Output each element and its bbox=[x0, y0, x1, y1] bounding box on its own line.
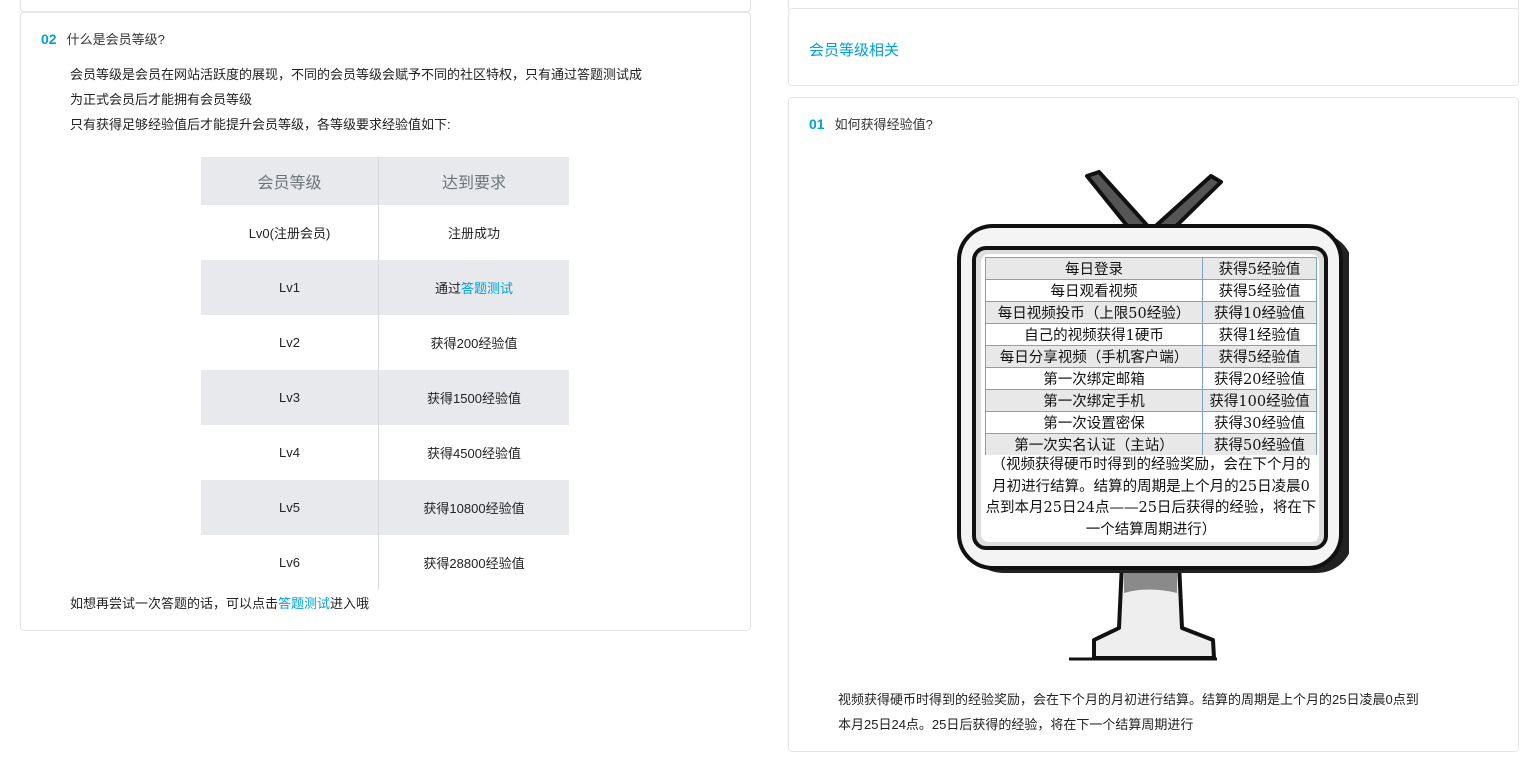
requirement-cell: 获得10800经验值 bbox=[378, 480, 569, 535]
tv-reward-cell: 获得50经验值 bbox=[1202, 433, 1317, 456]
tv-reward-cell: 获得1经验值 bbox=[1202, 323, 1317, 346]
settlement-line-2: 本月25日24点。25日后获得的经验，将在下一个结算周期进行 bbox=[838, 717, 1194, 732]
tv-table-row: 第一次绑定邮箱 获得20经验值 bbox=[985, 367, 1317, 390]
level-cell: Lv4 bbox=[201, 425, 379, 480]
requirement-prefix: 通过 bbox=[434, 281, 461, 296]
section-number: 01 bbox=[809, 115, 825, 132]
tv-table-row: 自己的视频获得1硬币 获得1经验值 bbox=[985, 323, 1317, 346]
quiz-link[interactable]: 答题测试 bbox=[461, 281, 513, 296]
tv-action-cell: 自己的视频获得1硬币 bbox=[985, 323, 1203, 346]
tv-reward-cell: 获得5经验值 bbox=[1202, 257, 1317, 280]
tv-reward-cell: 获得5经验值 bbox=[1202, 279, 1317, 302]
section-number: 02 bbox=[41, 30, 57, 47]
tv-action-cell: 第一次绑定邮箱 bbox=[985, 367, 1203, 390]
tv-action-cell: 每日登录 bbox=[985, 257, 1203, 280]
retry-prefix: 如想再尝试一次答题的话，可以点击 bbox=[70, 596, 279, 611]
related-heading: 会员等级相关 bbox=[809, 42, 900, 59]
tv-reward-cell: 获得5经验值 bbox=[1202, 345, 1317, 368]
tv-table-row: 每日登录 获得5经验值 bbox=[985, 257, 1317, 280]
experience-card: 01 如何获得经验值? 每日登录 获得5经验值 每日观看视频 获得5经验值 每日视频投币… bbox=[788, 97, 1519, 752]
section-header: 02 什么是会员等级? bbox=[41, 29, 165, 48]
related-heading-card: 会员等级相关 bbox=[788, 8, 1519, 86]
intro-line-2: 为正式会员后才能拥有会员等级 bbox=[70, 92, 253, 107]
table-row: Lv4 获得4500经验值 bbox=[201, 425, 569, 480]
section-title: 如何获得经验值? bbox=[834, 117, 933, 132]
level-cell: Lv5 bbox=[201, 480, 379, 535]
tv-table-row: 每日视频投币（上限50经验） 获得10经验值 bbox=[985, 301, 1317, 324]
settlement-note: 视频获得硬币时得到的经验奖励，会在下个月的月初进行结算。结算的周期是上个月的25… bbox=[838, 687, 1478, 737]
level-cell: Lv2 bbox=[201, 315, 379, 370]
section-header: 01 如何获得经验值? bbox=[809, 114, 933, 133]
table-row: Lv3 获得1500经验值 bbox=[201, 370, 569, 425]
level-cell: Lv1 bbox=[201, 260, 379, 315]
requirement-cell: 通过答题测试 bbox=[378, 260, 569, 315]
table-row: Lv6 获得28800经验值 bbox=[201, 535, 569, 590]
intro-line-3: 只有获得足够经验值后才能提升会员等级，各等级要求经验值如下: bbox=[70, 117, 451, 132]
level-table: 会员等级 达到要求 Lv0(注册会员) 注册成功 Lv1 通过答题测试 Lv2 … bbox=[201, 157, 569, 590]
tv-action-cell: 第一次实名认证（主站） bbox=[985, 433, 1203, 456]
tv-table-row: 第一次实名认证（主站） 获得50经验值 bbox=[985, 433, 1317, 456]
section-title: 什么是会员等级? bbox=[66, 32, 165, 47]
header-level: 会员等级 bbox=[201, 157, 379, 205]
table-header-row: 会员等级 达到要求 bbox=[201, 157, 569, 205]
retry-text: 如想再尝试一次答题的话，可以点击答题测试进入哦 bbox=[70, 591, 710, 616]
quiz-link-bottom[interactable]: 答题测试 bbox=[278, 596, 330, 611]
tv-table-row: 每日分享视频（手机客户端） 获得5经验值 bbox=[985, 345, 1317, 368]
tv-action-cell: 第一次设置密保 bbox=[985, 411, 1203, 434]
level-cell: Lv0(注册会员) bbox=[201, 205, 379, 260]
previous-card-edge bbox=[20, 0, 751, 12]
requirement-cell: 获得28800经验值 bbox=[423, 556, 525, 571]
header-requirement: 达到要求 bbox=[378, 157, 569, 205]
table-row: Lv0(注册会员) 注册成功 bbox=[201, 205, 569, 260]
tv-reward-cell: 获得20经验值 bbox=[1202, 367, 1317, 390]
tv-note: （视频获得硬币时得到的经验奖励，会在下个月的月初进行结算。结算的周期是上个月的2… bbox=[985, 455, 1317, 541]
tv-reward-cell: 获得30经验值 bbox=[1202, 411, 1317, 434]
intro-line-1: 会员等级是会员在网站活跃度的展现，不同的会员等级会赋予不同的社区特权，只有通过答… bbox=[70, 67, 643, 82]
tv-table-row: 每日观看视频 获得5经验值 bbox=[985, 279, 1317, 302]
requirement-cell: 获得4500经验值 bbox=[427, 446, 521, 461]
tv-action-cell: 每日观看视频 bbox=[985, 279, 1203, 302]
tv-action-cell: 每日视频投币（上限50经验） bbox=[985, 301, 1203, 324]
tv-table-row: 第一次绑定手机 获得100经验值 bbox=[985, 389, 1317, 412]
intro-text: 会员等级是会员在网站活跃度的展现，不同的会员等级会赋予不同的社区特权，只有通过答… bbox=[70, 62, 710, 137]
level-cell: Lv6 bbox=[201, 535, 379, 590]
tv-reward-cell: 获得10经验值 bbox=[1202, 301, 1317, 324]
requirement-cell: 获得200经验值 bbox=[430, 336, 518, 351]
requirement-cell: 注册成功 bbox=[447, 226, 500, 241]
tv-table-row: 第一次设置密保 获得30经验值 bbox=[985, 411, 1317, 434]
member-level-card: 02 什么是会员等级? 会员等级是会员在网站活跃度的展现，不同的会员等级会赋予不… bbox=[20, 12, 751, 631]
requirement-cell: 获得1500经验值 bbox=[378, 370, 569, 425]
retry-suffix: 进入哦 bbox=[330, 596, 370, 611]
table-row: Lv5 获得10800经验值 bbox=[201, 480, 569, 535]
tv-exp-table: 每日登录 获得5经验值 每日观看视频 获得5经验值 每日视频投币（上限50经验） 获得10… bbox=[985, 257, 1317, 456]
tv-action-cell: 第一次绑定手机 bbox=[985, 389, 1203, 412]
table-row: Lv2 获得200经验值 bbox=[201, 315, 569, 370]
table-row: Lv1 通过答题测试 bbox=[201, 260, 569, 315]
tv-reward-cell: 获得100经验值 bbox=[1202, 389, 1317, 412]
tv-action-cell: 每日分享视频（手机客户端） bbox=[985, 345, 1203, 368]
level-cell: Lv3 bbox=[201, 370, 379, 425]
settlement-line-1: 视频获得硬币时得到的经验奖励，会在下个月的月初进行结算。结算的周期是上个月的25… bbox=[838, 692, 1419, 707]
